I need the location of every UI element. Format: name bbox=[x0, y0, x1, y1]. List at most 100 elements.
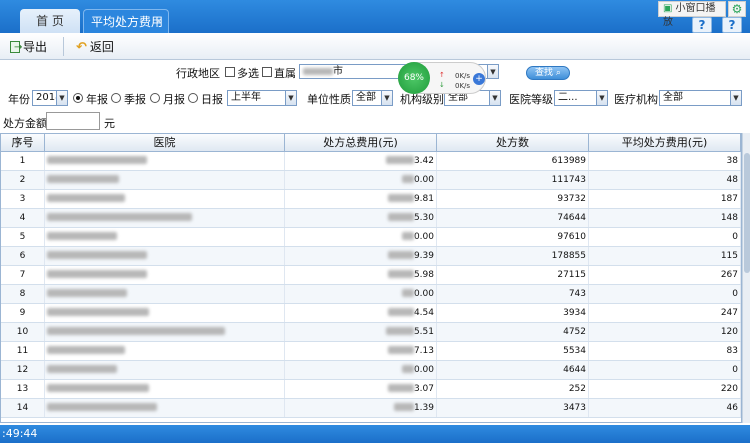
column-header-total-cost[interactable]: 处方总费用(元) bbox=[285, 134, 437, 151]
total-cost-tail: 5.51 bbox=[413, 327, 434, 337]
exit-button[interactable]: ? bbox=[722, 17, 742, 33]
cell-hospital bbox=[45, 266, 285, 284]
cell-no: 1 bbox=[1, 152, 45, 170]
table-row[interactable]: 1 3.42 613989 38 bbox=[1, 152, 741, 171]
search-icon: ⌕ bbox=[553, 68, 561, 78]
cell-no: 10 bbox=[1, 323, 45, 341]
redacted-total-prefix bbox=[401, 175, 414, 183]
cell-no: 6 bbox=[1, 247, 45, 265]
tab-label: 平均处方费用 bbox=[91, 15, 164, 29]
cell-count: 743 bbox=[437, 285, 589, 303]
prescription-amount-label: 处方金额 bbox=[3, 117, 47, 130]
table-row[interactable]: 9 4.54 3934 247 bbox=[1, 304, 741, 323]
tab-home[interactable]: 首 页 bbox=[20, 9, 80, 33]
table-row[interactable]: 7 5.98 27115 267 bbox=[1, 266, 741, 285]
cell-average-cost: 0 bbox=[589, 228, 741, 246]
redacted-hospital-name bbox=[47, 346, 125, 354]
direct-checkbox[interactable] bbox=[262, 67, 272, 77]
tv-icon: ▣ bbox=[663, 3, 673, 14]
table-row[interactable]: 8 0.00 743 0 bbox=[1, 285, 741, 304]
column-header-hospital[interactable]: 医院 bbox=[45, 134, 285, 151]
table-row[interactable]: 13 3.07 252 220 bbox=[1, 380, 741, 399]
cell-count: 4644 bbox=[437, 361, 589, 379]
redacted-hospital-name bbox=[47, 213, 192, 221]
half-year-value: 上半年 bbox=[231, 92, 261, 103]
redacted-total-prefix bbox=[387, 384, 414, 392]
vertical-scrollbar[interactable] bbox=[742, 133, 750, 423]
redacted-hospital-name bbox=[47, 327, 225, 335]
cell-count: 4752 bbox=[437, 323, 589, 341]
chevron-down-icon: ▼ bbox=[56, 91, 67, 105]
plus-icon[interactable]: + bbox=[473, 73, 485, 85]
cell-hospital bbox=[45, 209, 285, 227]
export-button[interactable]: 导出 bbox=[10, 38, 47, 57]
search-button[interactable]: 查找 ⌕ bbox=[526, 66, 570, 80]
cell-no: 9 bbox=[1, 304, 45, 322]
table-row[interactable]: 10 5.51 4752 120 bbox=[1, 323, 741, 342]
table-row[interactable]: 11 7.13 5534 83 bbox=[1, 342, 741, 361]
radio-annual-label: 年报 bbox=[86, 93, 108, 106]
speed-percent: 68% bbox=[398, 62, 430, 94]
mini-window-play-button[interactable]: ▣ 小窗口播放 bbox=[658, 1, 726, 28]
cell-hospital bbox=[45, 247, 285, 265]
total-cost-tail: 0.00 bbox=[413, 175, 434, 185]
cell-total-cost: 5.30 bbox=[285, 209, 437, 227]
back-arrow-icon: ↶ bbox=[76, 40, 87, 55]
scrollbar-thumb[interactable] bbox=[744, 153, 750, 273]
column-header-average-cost[interactable]: 平均处方费用(元) bbox=[589, 134, 741, 151]
medical-org-label: 医疗机构 bbox=[614, 93, 658, 106]
redacted-total-prefix bbox=[401, 365, 414, 373]
table-row[interactable]: 3 9.81 93732 187 bbox=[1, 190, 741, 209]
total-cost-tail: 3.42 bbox=[413, 156, 434, 166]
radio-daily[interactable] bbox=[188, 93, 198, 103]
column-header-no[interactable]: 序号 bbox=[1, 134, 45, 151]
redacted-total-prefix bbox=[387, 251, 414, 259]
table-row[interactable]: 14 1.39 3473 46 bbox=[1, 399, 741, 418]
table-row[interactable]: 12 0.00 4644 0 bbox=[1, 361, 741, 380]
radio-annual[interactable] bbox=[73, 93, 83, 103]
total-cost-tail: 9.39 bbox=[413, 251, 434, 261]
status-bar: :49:44 bbox=[0, 425, 750, 443]
cell-no: 4 bbox=[1, 209, 45, 227]
gear-icon[interactable]: ⚙ bbox=[728, 1, 746, 17]
medical-org-value: 全部 bbox=[663, 92, 683, 103]
total-cost-tail: 5.30 bbox=[413, 213, 434, 223]
hospital-grade-select[interactable]: 二... ▼ bbox=[554, 90, 608, 106]
redacted-hospital-name bbox=[47, 270, 147, 278]
table-row[interactable]: 4 5.30 74644 148 bbox=[1, 209, 741, 228]
cell-hospital bbox=[45, 342, 285, 360]
radio-monthly[interactable] bbox=[150, 93, 160, 103]
cell-hospital bbox=[45, 152, 285, 170]
close-icon[interactable]: × bbox=[155, 10, 163, 34]
table-row[interactable]: 6 9.39 178855 115 bbox=[1, 247, 741, 266]
cell-average-cost: 267 bbox=[589, 266, 741, 284]
back-button[interactable]: ↶ 返回 bbox=[76, 38, 114, 56]
radio-quarterly[interactable] bbox=[111, 93, 121, 103]
cell-average-cost: 220 bbox=[589, 380, 741, 398]
unit-nature-select[interactable]: 全部 ▼ bbox=[352, 90, 393, 106]
toolbar-divider bbox=[63, 37, 64, 56]
network-speed-widget[interactable]: 68% ↑ ↓ 0K/s 0K/s + bbox=[398, 62, 486, 94]
redacted-total-prefix bbox=[387, 308, 414, 316]
cell-total-cost: 9.39 bbox=[285, 247, 437, 265]
half-year-select[interactable]: 上半年 ▼ bbox=[227, 90, 297, 106]
cell-no: 12 bbox=[1, 361, 45, 379]
multi-select-checkbox[interactable] bbox=[225, 67, 235, 77]
table-row[interactable]: 2 0.00 111743 48 bbox=[1, 171, 741, 190]
help-button[interactable]: ? bbox=[692, 17, 712, 33]
cell-average-cost: 148 bbox=[589, 209, 741, 227]
redacted-hospital-name bbox=[47, 289, 127, 297]
chevron-down-icon: ▼ bbox=[596, 91, 607, 105]
hospital-grade-value: 二... bbox=[558, 92, 578, 103]
amount-unit-label: 元 bbox=[104, 117, 115, 130]
top-bar: 首 页 平均处方费用 × ▣ 小窗口播放 ⚙ ? ? bbox=[0, 0, 750, 33]
medical-org-select[interactable]: 全部 ▼ bbox=[659, 90, 742, 106]
cell-total-cost: 0.00 bbox=[285, 228, 437, 246]
year-select[interactable]: 2018 ▼ bbox=[32, 90, 68, 106]
cell-count: 178855 bbox=[437, 247, 589, 265]
prescription-amount-input[interactable] bbox=[46, 112, 100, 130]
table-row[interactable]: 5 0.00 97610 0 bbox=[1, 228, 741, 247]
tab-average-prescription-cost[interactable]: 平均处方费用 × bbox=[83, 9, 169, 33]
column-header-count[interactable]: 处方数 bbox=[437, 134, 589, 151]
cell-no: 2 bbox=[1, 171, 45, 189]
